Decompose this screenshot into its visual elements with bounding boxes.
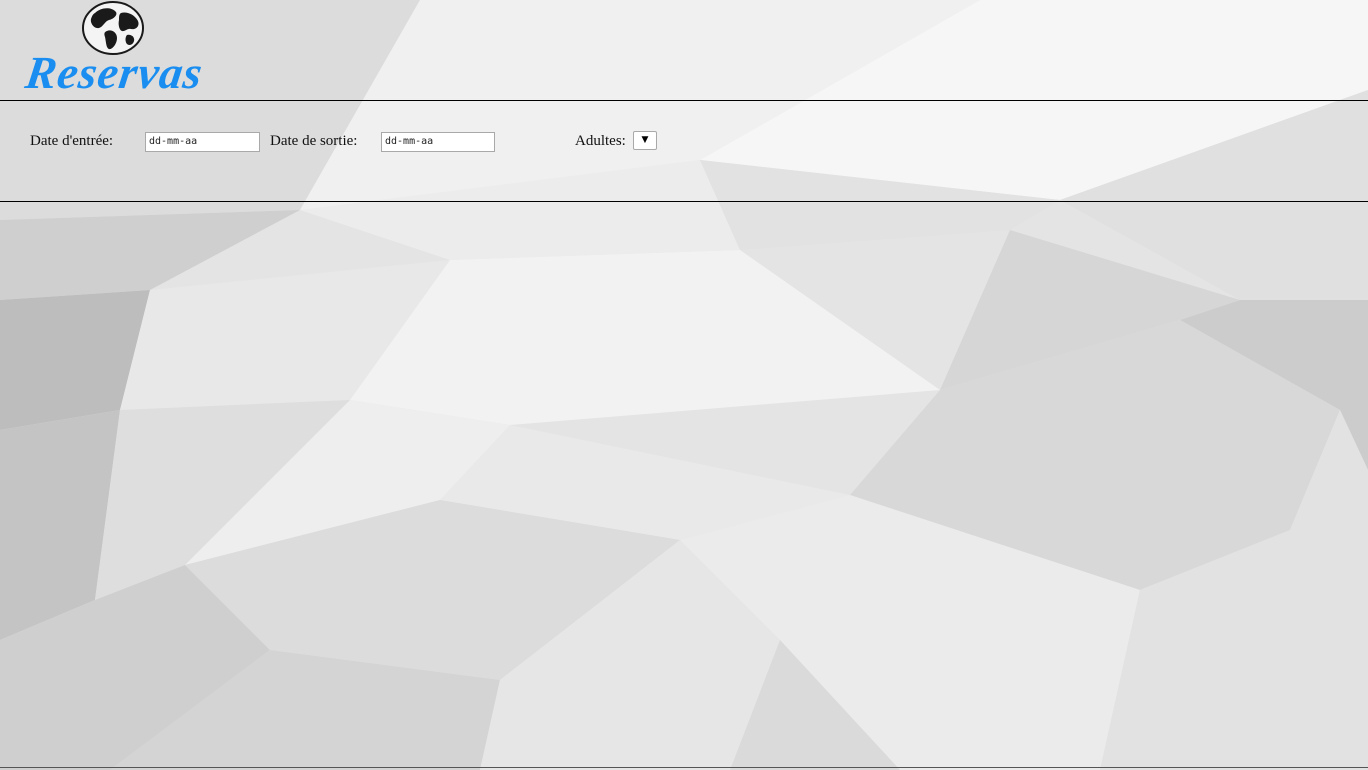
checkout-label: Date de sortie: — [270, 133, 358, 149]
chevron-down-icon: ▼ — [641, 135, 649, 145]
search-bar: Date d'entrée: dd-mm-aa Date de sortie: … — [0, 101, 1368, 202]
checkin-label: Date d'entrée: — [30, 133, 114, 149]
adults-select[interactable]: ▼ — [633, 131, 657, 150]
brand-logo[interactable]: Reservas — [22, 0, 219, 100]
adults-label: Adultes: — [575, 133, 626, 149]
brand-name: Reservas — [22, 47, 207, 98]
checkin-date-input[interactable]: dd-mm-aa — [145, 132, 260, 152]
site-header: Reservas — [0, 0, 1368, 101]
checkout-date-input[interactable]: dd-mm-aa — [381, 132, 495, 152]
page-bottom-border — [0, 767, 1368, 768]
